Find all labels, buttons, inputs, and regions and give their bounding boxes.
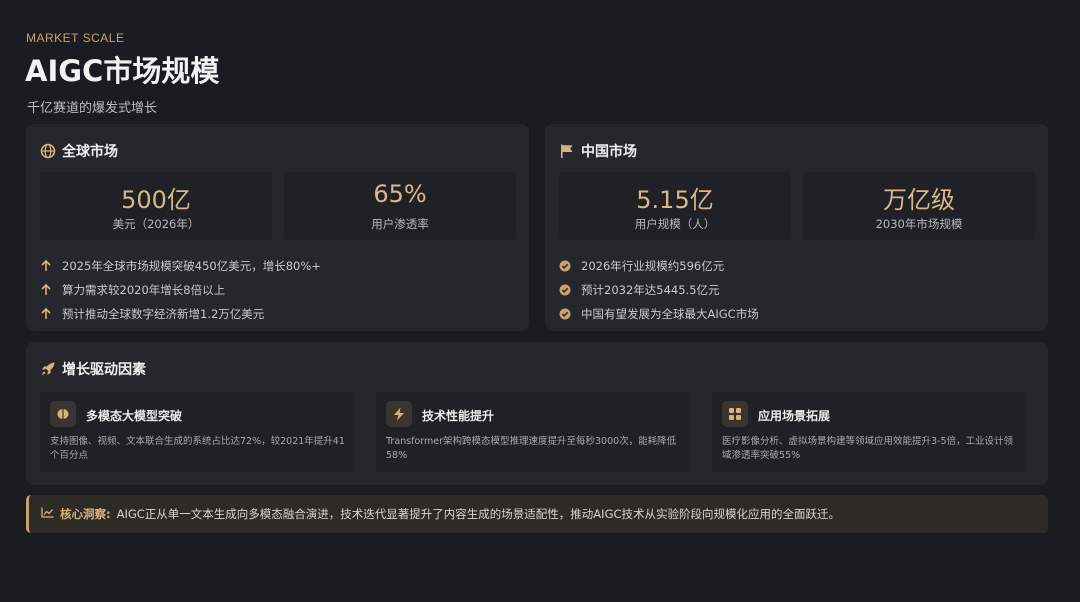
stat-label: 用户规模（人） (634, 217, 716, 231)
global-market-title: 全球市场 (62, 144, 118, 160)
growth-drivers-card: 增长驱动因素 多模态大模型突破 支持图像、视频、文本联合生成的系统占比达72%，… (26, 342, 1048, 485)
stat-tile: 万亿级 2030年市场规模 (803, 172, 1035, 240)
driver-card: 技术性能提升 Transformer架构跨模态模型推理速度提升至每秒3000次，… (376, 392, 690, 472)
stat-label: 美元（2026年） (112, 217, 200, 231)
check-circle-icon (559, 260, 571, 272)
china-market-bullets: 2026年行业规模约596亿元 预计2032年达5445.5亿元 中国有望发展为… (559, 254, 1036, 326)
list-item: 算力需求较2020年增长8倍以上 (40, 278, 517, 302)
bullet-text: 预计2032年达5445.5亿元 (581, 283, 720, 297)
driver-title: 多模态大模型突破 (86, 409, 183, 423)
driver-desc: Transformer架构跨模态模型推理速度提升至每秒3000次，能耗降低58% (386, 436, 677, 461)
list-item: 中国有望发展为全球最大AIGC市场 (559, 302, 1036, 326)
page-subtitle: 千亿赛道的爆发式增长 (27, 101, 158, 116)
brain-icon (50, 401, 76, 427)
global-market-card: 全球市场 500亿 美元（2026年） 65% 用户渗透率 2025年全球市场规… (26, 124, 529, 331)
bullet-text: 中国有望发展为全球最大AIGC市场 (581, 307, 759, 321)
china-market-header: 中国市场 (559, 141, 637, 161)
grid-icon (722, 401, 748, 427)
driver-card: 多模态大模型突破 支持图像、视频、文本联合生成的系统占比达72%，较2021年提… (40, 392, 354, 472)
core-insight-bar: 核心洞察: AIGC正从单一文本生成向多模态融合演进，技术迭代显著提升了内容生成… (26, 495, 1048, 533)
check-circle-icon (559, 308, 571, 320)
arrow-up-icon (40, 284, 52, 296)
stat-value: 万亿级 (883, 186, 955, 214)
page-title: AIGC市场规模 (25, 54, 220, 88)
list-item: 预计2032年达5445.5亿元 (559, 278, 1036, 302)
driver-title: 技术性能提升 (422, 409, 495, 423)
driver-desc: 医疗影像分析、虚拟场景构建等领域应用效能提升3-5倍，工业设计领域渗透率突破55… (722, 436, 1014, 461)
stat-value: 500亿 (121, 186, 191, 214)
stat-value: 5.15亿 (636, 186, 714, 214)
stat-label: 用户渗透率 (371, 217, 429, 231)
stat-tile: 500亿 美元（2026年） (40, 172, 272, 240)
list-item: 预计推动全球数字经济新增1.2万亿美元 (40, 302, 517, 326)
rocket-icon (40, 361, 56, 377)
bullet-text: 算力需求较2020年增长8倍以上 (62, 283, 226, 297)
stat-tile: 5.15亿 用户规模（人） (559, 172, 791, 240)
list-item: 2026年行业规模约596亿元 (559, 254, 1036, 278)
eyebrow-label: MARKET SCALE (26, 31, 125, 45)
bullet-text: 2025年全球市场规模突破450亿美元，增长80%+ (62, 259, 321, 273)
globe-icon (40, 143, 56, 159)
flag-icon (559, 143, 575, 159)
driver-desc: 支持图像、视频、文本联合生成的系统占比达72%，较2021年提升41个百分点 (50, 436, 345, 461)
arrow-up-icon (40, 260, 52, 272)
driver-card: 应用场景拓展 医疗影像分析、虚拟场景构建等领域应用效能提升3-5倍，工业设计领域… (712, 392, 1026, 472)
insight-text: AIGC正从单一文本生成向多模态融合演进，技术迭代显著提升了内容生成的场景适配性… (116, 507, 841, 521)
bullet-text: 2026年行业规模约596亿元 (581, 259, 725, 273)
china-market-title: 中国市场 (581, 144, 637, 160)
bullet-text: 预计推动全球数字经济新增1.2万亿美元 (62, 307, 265, 321)
chart-line-icon (41, 507, 54, 521)
global-market-bullets: 2025年全球市场规模突破450亿美元，增长80%+ 算力需求较2020年增长8… (40, 254, 517, 326)
driver-title: 应用场景拓展 (758, 409, 831, 423)
arrow-up-icon (40, 308, 52, 320)
growth-drivers-header: 增长驱动因素 (40, 359, 146, 379)
bolt-icon (386, 401, 412, 427)
growth-drivers-title: 增长驱动因素 (62, 362, 146, 378)
china-market-card: 中国市场 5.15亿 用户规模（人） 万亿级 2030年市场规模 2026年行业… (545, 124, 1048, 331)
insight-label: 核心洞察: (60, 507, 111, 521)
stat-tile: 65% 用户渗透率 (284, 172, 516, 240)
stat-value: 65% (373, 180, 427, 208)
stat-label: 2030年市场规模 (875, 217, 963, 231)
global-market-header: 全球市场 (40, 141, 118, 161)
list-item: 2025年全球市场规模突破450亿美元，增长80%+ (40, 254, 517, 278)
check-circle-icon (559, 284, 571, 296)
